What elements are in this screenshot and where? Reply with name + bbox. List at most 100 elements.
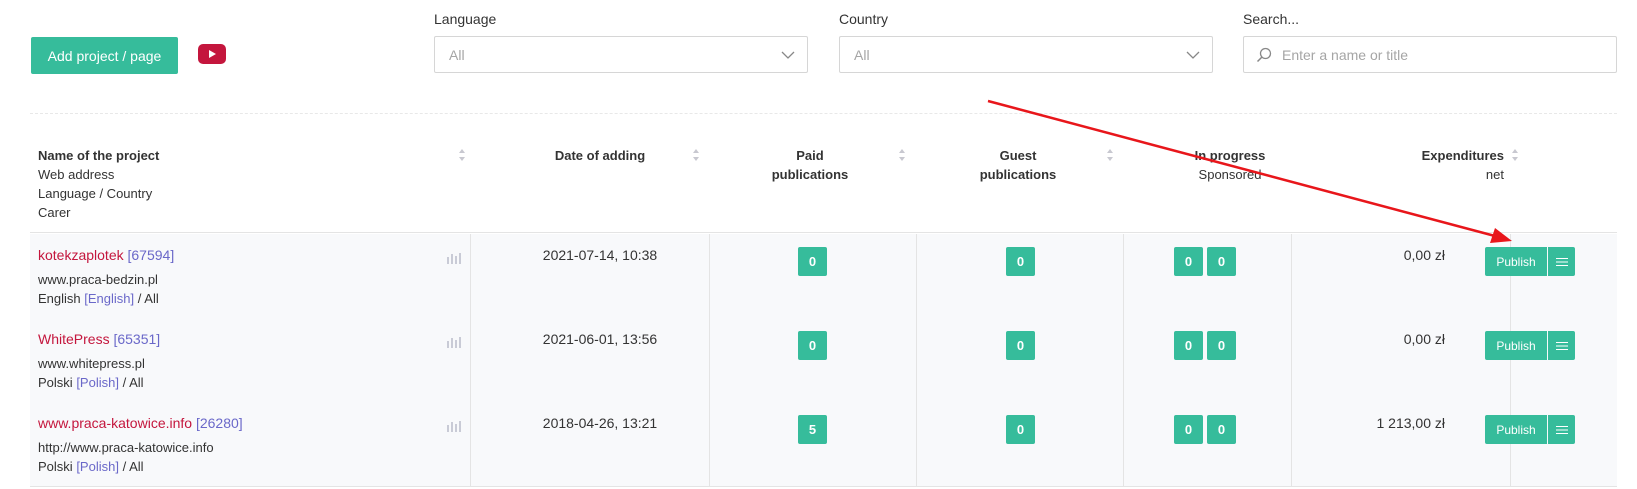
table-row: WhitePress [65351] www.whitepress.pl Pol… <box>30 318 1617 403</box>
sort-icon[interactable] <box>1511 148 1519 162</box>
header-name[interactable]: Name of the project Web address Language… <box>38 146 159 222</box>
project-language: Polski [Polish] / All <box>38 375 144 390</box>
cell-divider <box>470 402 471 487</box>
project-name: WhitePress <box>38 331 110 347</box>
project-name: kotekzaplotek <box>38 247 124 263</box>
country-select-value: All <box>854 46 870 63</box>
language-link[interactable]: [Polish] <box>76 459 119 474</box>
language-name: Polski <box>38 459 73 474</box>
date-added: 2021-06-01, 13:56 <box>542 331 658 347</box>
sort-icon[interactable] <box>898 148 906 162</box>
search-label: Search... <box>1243 11 1300 27</box>
publish-button[interactable]: Publish <box>1485 247 1547 276</box>
project-name-link[interactable]: WhitePress [65351] <box>38 331 160 347</box>
cell-divider <box>1123 318 1124 403</box>
country-name: / All <box>122 375 144 390</box>
guest-publications-badge[interactable]: 0 <box>1006 331 1035 360</box>
cell-divider <box>709 318 710 403</box>
menu-icon[interactable] <box>1548 415 1575 444</box>
chevron-down-icon <box>1186 51 1200 59</box>
publish-button[interactable]: Publish <box>1485 331 1547 360</box>
project-address: www.whitepress.pl <box>38 356 145 371</box>
header-expenditures-line2: net <box>1485 167 1504 182</box>
sort-icon[interactable] <box>458 148 466 162</box>
country-name: / All <box>122 459 144 474</box>
table-row: www.praca-katowice.info [26280] http://w… <box>30 402 1617 487</box>
in-progress-badge[interactable]: 0 <box>1174 415 1203 444</box>
chevron-down-icon <box>781 51 795 59</box>
header-progress-line1: In progress <box>1194 148 1266 163</box>
paid-publications-badge[interactable]: 0 <box>798 331 827 360</box>
language-select[interactable]: All <box>434 36 808 73</box>
header-date-title: Date of adding <box>554 148 646 163</box>
header-guest-line2: publications <box>979 167 1057 182</box>
search-box[interactable] <box>1243 36 1617 73</box>
cell-divider <box>1123 234 1124 319</box>
cell-divider <box>709 402 710 487</box>
search-input[interactable] <box>1282 46 1602 63</box>
youtube-play-icon[interactable] <box>198 44 226 64</box>
menu-icon[interactable] <box>1548 247 1575 276</box>
header-date[interactable]: Date of adding <box>540 146 660 165</box>
language-name: Polski <box>38 375 73 390</box>
language-name: English <box>38 291 81 306</box>
header-web-address: Web address <box>38 167 115 182</box>
project-address: http://www.praca-katowice.info <box>38 440 214 455</box>
header-progress-line2: Sponsored <box>1198 167 1262 182</box>
header-paid[interactable]: Paid publications <box>750 146 870 184</box>
guest-publications-badge[interactable]: 0 <box>1006 247 1035 276</box>
project-id: [65351] <box>113 331 161 347</box>
header-expenditures-line1: Expenditures <box>1421 148 1504 163</box>
project-id: [67594] <box>127 247 175 263</box>
paid-publications-badge[interactable]: 5 <box>798 415 827 444</box>
header-guest[interactable]: Guest publications <box>958 146 1078 184</box>
header-expenditures[interactable]: Expenditures net <box>1390 146 1504 184</box>
language-link[interactable]: [English] <box>84 291 134 306</box>
language-link[interactable]: [Polish] <box>76 375 119 390</box>
expenditure-amount: 0,00 zł <box>1403 247 1445 263</box>
cell-divider <box>916 318 917 403</box>
paid-publications-badge[interactable]: 0 <box>798 247 827 276</box>
expenditure-amount: 1 213,00 zł <box>1376 415 1446 431</box>
bar-chart-icon[interactable] <box>446 419 462 433</box>
cell-divider <box>916 234 917 319</box>
add-project-button[interactable]: Add project / page <box>31 37 178 74</box>
header-paid-line1: Paid <box>796 148 824 163</box>
date-added: 2018-04-26, 13:21 <box>542 415 658 431</box>
sort-icon[interactable] <box>1106 148 1114 162</box>
in-progress-badge[interactable]: 0 <box>1174 247 1203 276</box>
cell-divider <box>1291 318 1292 403</box>
table-header: Name of the project Web address Language… <box>30 114 1617 233</box>
in-progress-badge[interactable]: 0 <box>1174 331 1203 360</box>
cell-divider <box>1291 234 1292 319</box>
expenditure-amount: 0,00 zł <box>1403 331 1445 347</box>
country-select[interactable]: All <box>839 36 1213 73</box>
language-select-value: All <box>449 46 465 63</box>
project-name-link[interactable]: kotekzaplotek [67594] <box>38 247 174 263</box>
publish-button[interactable]: Publish <box>1485 415 1547 444</box>
bar-chart-icon[interactable] <box>446 335 462 349</box>
search-icon <box>1256 47 1272 62</box>
project-language: Polski [Polish] / All <box>38 459 144 474</box>
project-name-link[interactable]: www.praca-katowice.info [26280] <box>38 415 243 431</box>
sponsored-badge[interactable]: 0 <box>1207 247 1236 276</box>
cell-divider <box>470 234 471 319</box>
date-added: 2021-07-14, 10:38 <box>542 247 658 263</box>
bar-chart-icon[interactable] <box>446 251 462 265</box>
header-name-title: Name of the project <box>38 148 160 163</box>
project-name: www.praca-katowice.info <box>38 415 193 431</box>
cell-divider <box>1291 402 1292 487</box>
cell-divider <box>1123 402 1124 487</box>
cell-divider <box>470 318 471 403</box>
sponsored-badge[interactable]: 0 <box>1207 415 1236 444</box>
sponsored-badge[interactable]: 0 <box>1207 331 1236 360</box>
table-row: kotekzaplotek [67594] www.praca-bedzin.p… <box>30 234 1617 319</box>
cell-divider <box>709 234 710 319</box>
country-filter-label: Country <box>839 11 889 27</box>
sort-icon[interactable] <box>692 148 700 162</box>
menu-icon[interactable] <box>1548 331 1575 360</box>
header-paid-line2: publications <box>771 167 849 182</box>
guest-publications-badge[interactable]: 0 <box>1006 415 1035 444</box>
header-language-country: Language / Country <box>38 186 153 201</box>
header-in-progress[interactable]: In progress Sponsored <box>1175 146 1285 184</box>
